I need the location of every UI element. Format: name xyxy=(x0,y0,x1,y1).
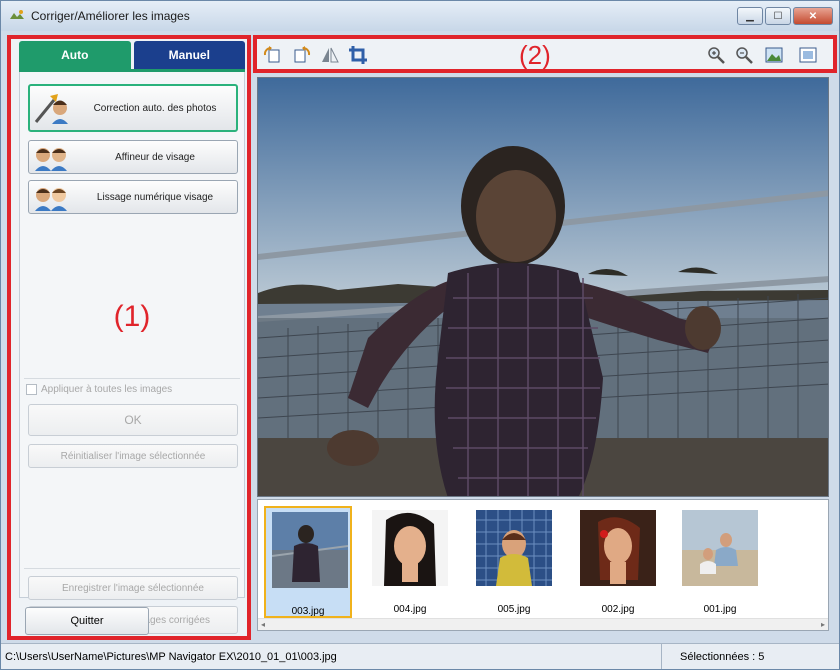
status-selected-count: Sélectionnées : 5 xyxy=(661,644,764,669)
image-preview xyxy=(257,77,829,497)
horizontal-scrollbar[interactable]: ◂ ▸ xyxy=(258,618,828,630)
tab-auto[interactable]: Auto xyxy=(19,41,131,69)
status-file-path: C:\Users\UserName\Pictures\MP Navigator … xyxy=(5,650,337,663)
face-sharpener-label: Affineur de visage xyxy=(115,151,195,163)
tab-manual[interactable]: Manuel xyxy=(133,41,245,69)
thumbnail-caption: 004.jpg xyxy=(393,604,427,615)
app-icon xyxy=(9,9,25,23)
title-bar: Corriger/Améliorer les images ▁ ☐ ✕ xyxy=(1,1,839,31)
face-sharpener-icon xyxy=(29,141,73,173)
face-smoothing-label: Lissage numérique visage xyxy=(96,191,214,203)
reset-selected-image-button[interactable]: Réinitialiser l'image sélectionnée xyxy=(28,444,238,468)
digital-face-smoothing-button[interactable]: Lissage numérique visage xyxy=(28,180,238,214)
maximize-button[interactable]: ☐ xyxy=(765,7,791,25)
face-sharpener-button[interactable]: Affineur de visage xyxy=(28,140,238,174)
window-title: Corriger/Améliorer les images xyxy=(31,9,190,23)
thumbnail-item[interactable]: 004.jpg xyxy=(366,506,454,618)
mirror-icon[interactable] xyxy=(319,44,341,66)
status-bar: C:\Users\UserName\Pictures\MP Navigator … xyxy=(1,643,839,669)
left-panel: Auto Manuel Correction auto. des photos xyxy=(7,35,251,640)
region-label-1: (1) xyxy=(113,300,151,333)
minimize-button[interactable]: ▁ xyxy=(737,7,763,25)
rotate-right-icon[interactable] xyxy=(291,44,313,66)
auto-photo-correction-button[interactable]: Correction auto. des photos xyxy=(28,84,238,132)
divider xyxy=(24,568,240,569)
quit-button[interactable]: Quitter xyxy=(25,607,149,635)
thumbnail-item[interactable]: 001.jpg xyxy=(676,506,764,618)
auto-correction-label: Correction auto. des photos xyxy=(93,102,217,114)
scroll-right-icon[interactable]: ▸ xyxy=(821,620,825,629)
zoom-out-icon[interactable] xyxy=(733,44,755,66)
thumbnail-caption: 005.jpg xyxy=(497,604,531,615)
rotate-left-icon[interactable] xyxy=(261,44,283,66)
ok-button[interactable]: OK xyxy=(28,404,238,436)
crop-icon[interactable] xyxy=(347,44,369,66)
thumbnail-image xyxy=(476,510,552,586)
image-toolbar: (2) xyxy=(253,35,837,73)
save-selected-image-button[interactable]: Enregistrer l'image sélectionnée xyxy=(28,576,238,600)
thumbnail-image xyxy=(271,512,349,588)
mode-tabs: Auto Manuel xyxy=(19,41,245,69)
thumbnail-strip: 003.jpg 004.jpg 005.jpg 002.jpg 001.jpg xyxy=(257,499,829,631)
zoom-in-icon[interactable] xyxy=(705,44,727,66)
thumbnail-image xyxy=(372,510,448,586)
region-label-2: (2) xyxy=(519,40,551,70)
face-smoothing-icon xyxy=(29,181,73,213)
thumbnail-caption: 002.jpg xyxy=(601,604,635,615)
apply-all-checkbox[interactable] xyxy=(26,384,37,395)
divider xyxy=(24,378,240,379)
thumbnail-caption: 001.jpg xyxy=(703,604,737,615)
thumbnail-image xyxy=(682,510,758,586)
thumbnail-item[interactable]: 002.jpg xyxy=(574,506,662,618)
apply-all-row: Appliquer à toutes les images xyxy=(26,384,172,395)
thumbnail-item[interactable]: 003.jpg xyxy=(264,506,352,618)
apply-all-label: Appliquer à toutes les images xyxy=(41,384,173,395)
fullscreen-icon[interactable] xyxy=(797,44,819,66)
app-window: Corriger/Améliorer les images ▁ ☐ ✕ Auto… xyxy=(0,0,840,670)
thumbnail-caption: 003.jpg xyxy=(291,606,325,617)
close-button[interactable]: ✕ xyxy=(793,7,833,25)
thumbnail-image xyxy=(580,510,656,586)
auto-tab-body: Correction auto. des photos Affineur de … xyxy=(19,72,245,634)
scroll-left-icon[interactable]: ◂ xyxy=(261,620,265,629)
auto-correction-icon xyxy=(30,86,74,130)
thumbnail-item[interactable]: 005.jpg xyxy=(470,506,558,618)
preview-photo xyxy=(258,78,828,496)
full-image-icon[interactable] xyxy=(763,44,785,66)
